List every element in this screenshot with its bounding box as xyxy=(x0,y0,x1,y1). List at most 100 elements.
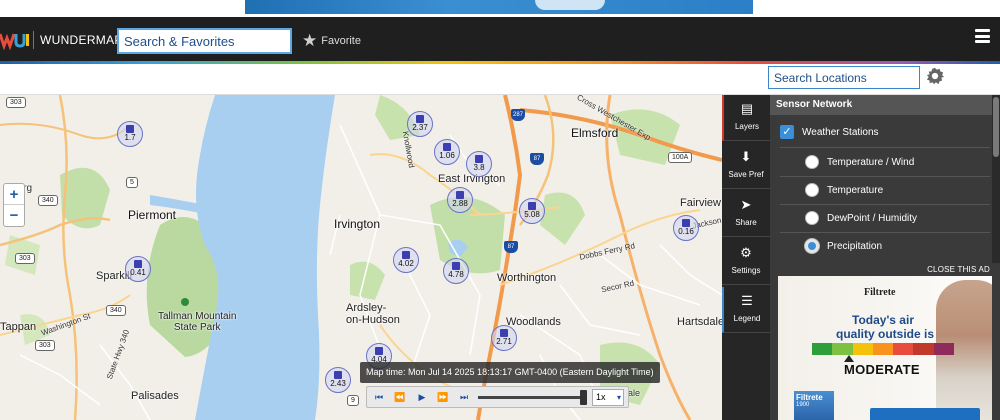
place-label: Hartsdale xyxy=(677,316,722,328)
aqi-segment xyxy=(872,343,894,355)
rain-gauge-icon xyxy=(528,202,536,210)
ad-headline: quality outside is xyxy=(836,327,935,341)
skip-end-icon[interactable]: ⏭ xyxy=(457,391,471,404)
rewind-icon[interactable]: ⏪ xyxy=(393,391,407,404)
rail-share-button[interactable]: ➤ Share xyxy=(722,191,770,237)
timeline-slider[interactable] xyxy=(478,396,584,399)
search-locations-input[interactable] xyxy=(768,66,920,89)
checkbox-checked[interactable]: ✓ xyxy=(780,125,794,139)
rail-settings-button[interactable]: ⚙ Settings xyxy=(722,239,770,285)
route-shield: 340 xyxy=(106,305,126,316)
weather-station-marker[interactable]: 2.88 xyxy=(447,187,473,213)
zoom-out-button[interactable]: − xyxy=(4,205,24,226)
ad-headline: Today's air xyxy=(852,313,914,327)
list-icon: ☰ xyxy=(741,293,753,308)
map-side-rail: ▤ Layers ⬇ Save Pref ➤ Share ⚙ Settings … xyxy=(722,95,770,420)
radio-button[interactable] xyxy=(805,211,819,225)
place-label: Fairview xyxy=(680,197,721,209)
sensor-network-panel: Sensor Network ✓ Weather Stations Temper… xyxy=(770,95,1000,263)
air-quality-scale xyxy=(812,343,954,355)
radio-button[interactable] xyxy=(805,155,819,169)
close-ad-link[interactable]: CLOSE THIS AD xyxy=(927,265,990,274)
weather-station-marker[interactable]: 4.78 xyxy=(443,258,469,284)
ad-brand: Filtrete xyxy=(864,287,896,298)
weather-station-marker[interactable]: 5.08 xyxy=(519,198,545,224)
place-label: Elmsford xyxy=(571,126,619,140)
weather-station-marker[interactable]: 3.8 xyxy=(466,151,492,177)
app-header: WUNDERMAP ★ Favorite xyxy=(0,17,1000,61)
place-label: Palisades xyxy=(131,390,179,402)
scrollbar-thumb[interactable] xyxy=(993,97,999,157)
weather-station-marker[interactable]: 1.06 xyxy=(434,139,460,165)
option-temperature[interactable]: Temperature xyxy=(770,176,992,204)
map-toolbar xyxy=(0,64,1000,95)
rain-gauge-icon xyxy=(375,347,383,355)
place-label: Tallman Mountain State Park xyxy=(158,311,237,333)
rain-gauge-icon xyxy=(443,143,451,151)
hamburger-icon[interactable] xyxy=(975,29,990,43)
app-title: WUNDERMAP xyxy=(40,33,123,47)
rain-gauge-icon xyxy=(334,371,342,379)
banner-ad-graphic xyxy=(535,0,605,10)
top-banner-ad[interactable] xyxy=(245,0,753,14)
rain-gauge-icon xyxy=(456,191,464,199)
weather-stations-toggle[interactable]: ✓ Weather Stations xyxy=(770,118,992,146)
route-shield: 303 xyxy=(15,253,35,264)
skip-start-icon[interactable]: ⏮ xyxy=(372,391,386,404)
option-temperature-wind[interactable]: Temperature / Wind xyxy=(770,148,992,176)
route-shield: 5 xyxy=(126,177,138,188)
route-shield: 303 xyxy=(35,340,55,351)
zoom-in-button[interactable]: + xyxy=(4,184,24,205)
rain-gauge-icon xyxy=(126,125,134,133)
favorite-label: Favorite xyxy=(321,34,361,47)
weather-station-marker[interactable]: 2.37 xyxy=(407,111,433,137)
rain-gauge-icon xyxy=(452,262,460,270)
gear-icon[interactable] xyxy=(926,67,944,85)
weather-station-marker[interactable]: 2.71 xyxy=(491,325,517,351)
playback-bar: ⏮ ⏪ ▶ ⏩ ⏭ 1x ▾ xyxy=(366,386,629,408)
place-label: Irvington xyxy=(334,217,381,231)
aqi-segment xyxy=(832,343,853,355)
download-icon: ⬇ xyxy=(740,149,752,164)
weather-station-marker[interactable]: 0.41 xyxy=(125,256,151,282)
route-shield: 340 xyxy=(38,195,58,206)
ad-cta-button[interactable] xyxy=(870,408,980,420)
rail-layers-button[interactable]: ▤ Layers xyxy=(722,95,770,141)
share-icon: ➤ xyxy=(740,197,752,212)
rain-gauge-icon xyxy=(416,115,424,123)
map-time-label: Map time: Mon Jul 14 2025 18:13:17 GMT-0… xyxy=(360,362,660,383)
favorite-button[interactable]: ★ Favorite xyxy=(302,32,361,49)
filtrete-ad[interactable]: Filtrete Today's air quality outside is … xyxy=(778,276,992,420)
weather-station-marker[interactable]: 2.43 xyxy=(325,367,351,393)
option-dewpoint-humidity[interactable]: DewPoint / Humidity xyxy=(770,204,992,232)
speed-select[interactable]: 1x ▾ xyxy=(592,389,624,406)
aqi-pointer-icon xyxy=(844,355,854,362)
rail-save-pref-button[interactable]: ⬇ Save Pref xyxy=(722,143,770,189)
interstate-shield: 87 xyxy=(504,241,518,253)
play-icon[interactable]: ▶ xyxy=(415,391,429,404)
aqi-segment xyxy=(933,343,954,355)
rail-legend-button[interactable]: ☰ Legend xyxy=(722,287,770,333)
logo-divider xyxy=(33,31,34,49)
route-shield: 303 xyxy=(6,97,26,108)
search-favorites-input[interactable] xyxy=(117,28,292,54)
ad-container: CLOSE THIS AD Filtrete Today's air quali… xyxy=(770,263,1000,420)
weather-station-marker[interactable]: 4.02 xyxy=(393,247,419,273)
product-box: Filtrete 1900 xyxy=(794,391,834,420)
weather-station-marker[interactable]: 1.7 xyxy=(117,121,143,147)
weather-station-marker[interactable]: 0.16 xyxy=(673,215,699,241)
rain-gauge-icon xyxy=(475,155,483,163)
radio-button-selected[interactable] xyxy=(805,239,819,253)
route-shield: 9 xyxy=(347,395,359,406)
panel-scrollbar[interactable] xyxy=(992,95,1000,263)
fast-forward-icon[interactable]: ⏩ xyxy=(436,391,450,404)
top-ad-strip xyxy=(0,0,1000,17)
map-canvas[interactable]: 303 5 340 303 340 303 287 87 87 100A 9 P… xyxy=(0,95,722,420)
aqi-segment xyxy=(812,343,833,355)
option-precipitation[interactable]: Precipitation xyxy=(770,232,992,260)
interstate-shield: 287 xyxy=(511,109,525,121)
timeline-handle[interactable] xyxy=(580,390,587,405)
wu-logo-icon[interactable] xyxy=(0,30,30,50)
rain-gauge-icon xyxy=(682,219,690,227)
radio-button[interactable] xyxy=(805,183,819,197)
